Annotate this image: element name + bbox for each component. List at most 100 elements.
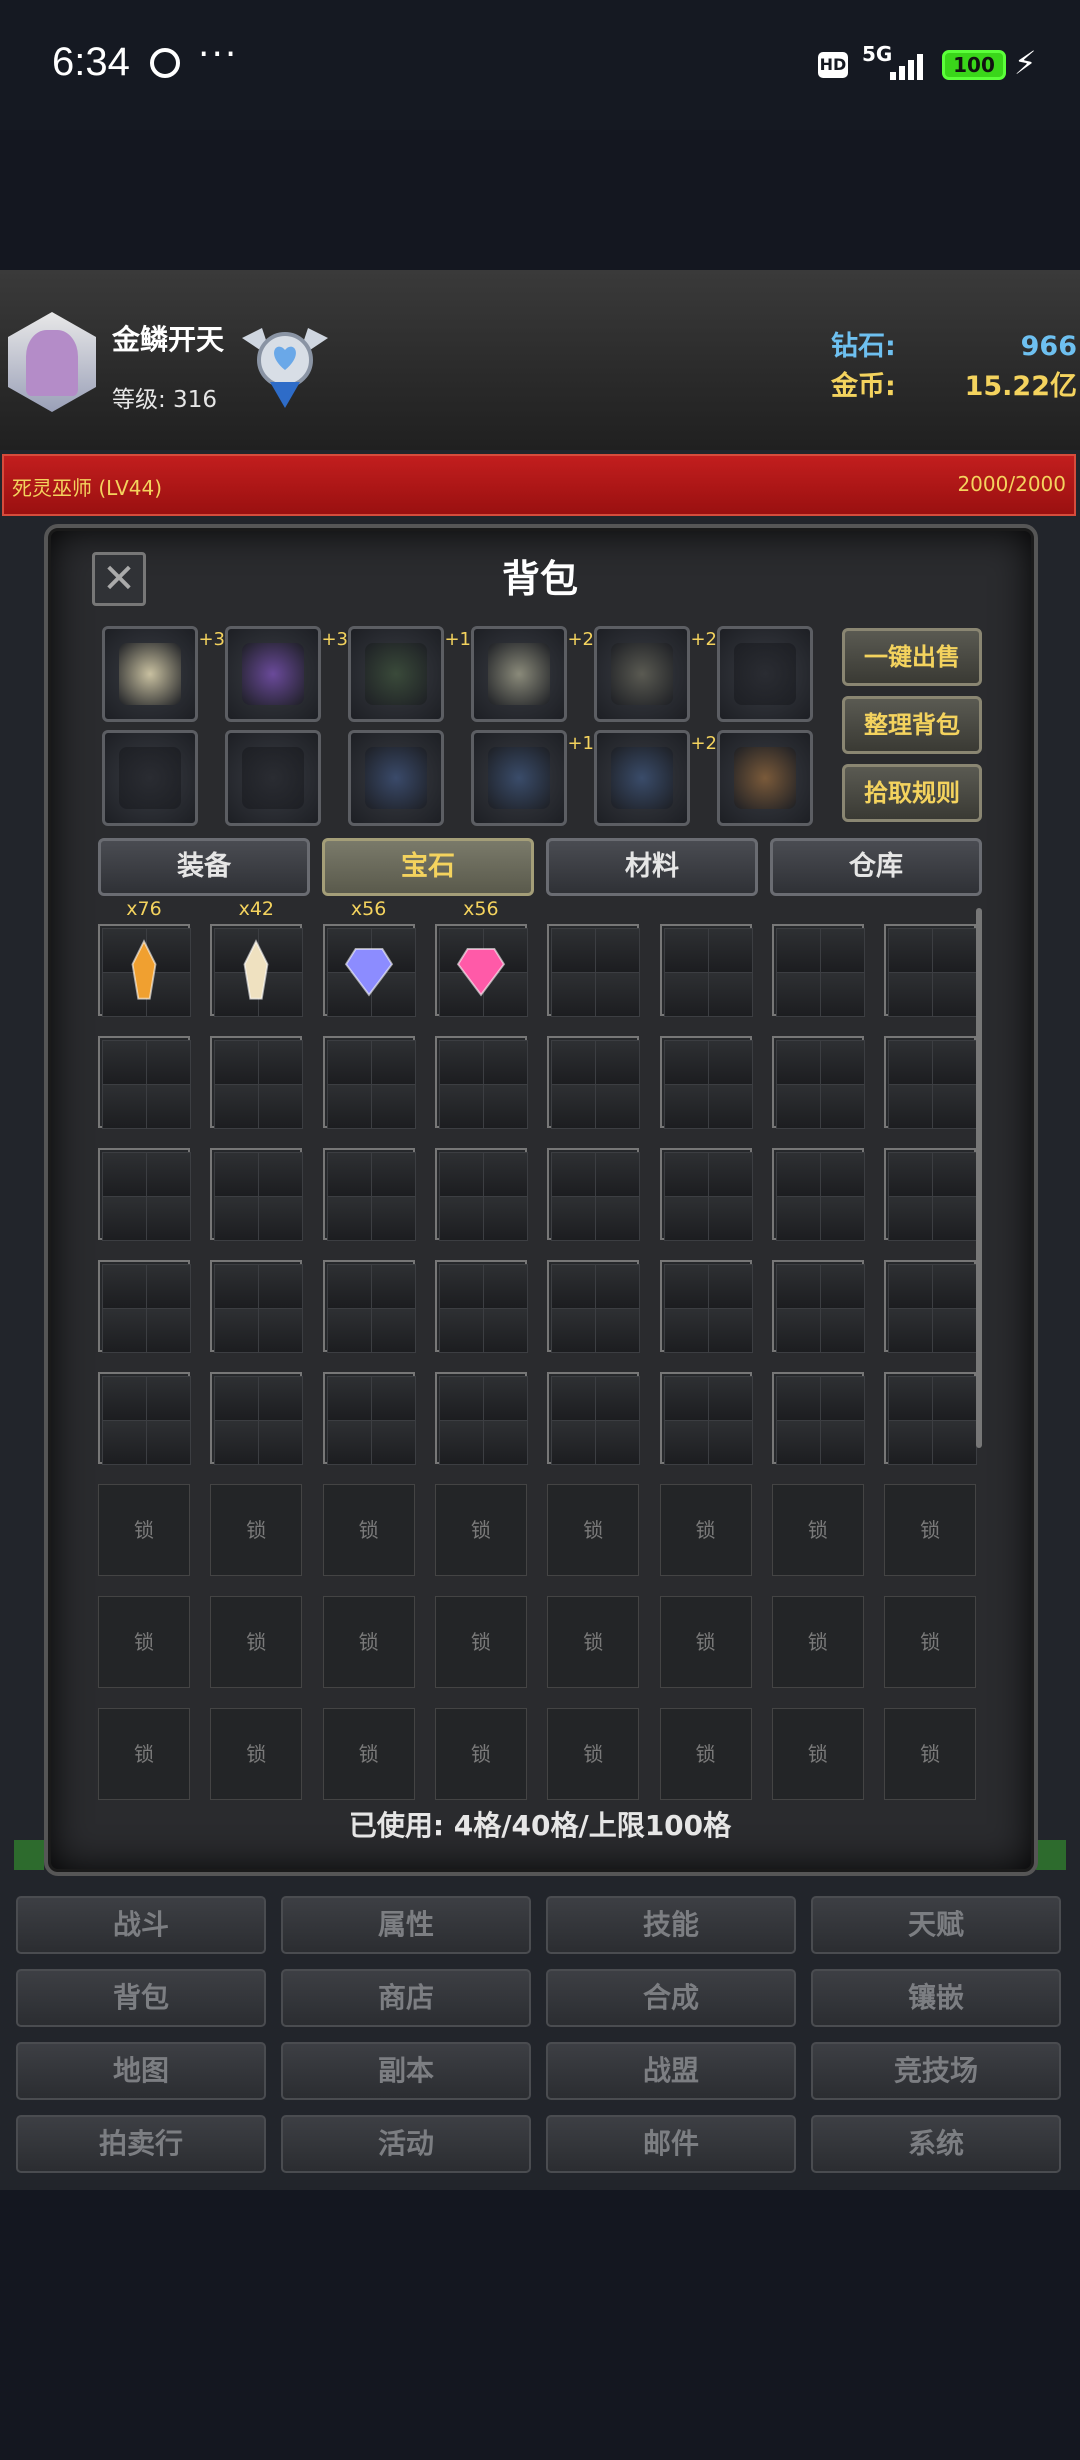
- menu-button[interactable]: 地图: [16, 2042, 266, 2100]
- scrollbar[interactable]: [976, 908, 982, 1448]
- inventory-slot[interactable]: [434, 924, 528, 1017]
- inventory-slot[interactable]: [98, 1148, 191, 1241]
- menu-button[interactable]: 竞技场: [811, 2042, 1061, 2100]
- inventory-slot[interactable]: [659, 1036, 753, 1129]
- tab-3[interactable]: 仓库: [770, 838, 982, 896]
- inventory-slot[interactable]: [434, 1260, 528, 1353]
- inventory-slot[interactable]: [659, 1260, 753, 1353]
- close-button[interactable]: ✕: [92, 552, 146, 606]
- locked-slot[interactable]: 锁: [547, 1708, 640, 1800]
- pickup-rules-button[interactable]: 拾取规则: [842, 764, 982, 822]
- menu-button[interactable]: 背包: [16, 1969, 266, 2027]
- inventory-slot[interactable]: [884, 1036, 978, 1129]
- menu-button[interactable]: 系统: [811, 2115, 1061, 2173]
- menu-button[interactable]: 副本: [281, 2042, 531, 2100]
- inventory-slot[interactable]: [322, 1036, 416, 1129]
- locked-slot[interactable]: 锁: [322, 1484, 415, 1576]
- inventory-slot[interactable]: [210, 1148, 304, 1241]
- inventory-slot[interactable]: [771, 924, 865, 1017]
- inventory-slot[interactable]: [547, 1148, 641, 1241]
- inventory-slot[interactable]: [434, 1036, 528, 1129]
- inventory-slot[interactable]: [98, 1260, 191, 1353]
- locked-slot[interactable]: 锁: [98, 1484, 190, 1576]
- inventory-slot[interactable]: [771, 1260, 865, 1353]
- locked-slot[interactable]: 锁: [322, 1708, 415, 1800]
- inventory-slot[interactable]: [884, 924, 978, 1017]
- locked-slot[interactable]: 锁: [210, 1708, 303, 1800]
- inventory-slot[interactable]: [547, 1372, 641, 1465]
- locked-slot[interactable]: 锁: [210, 1484, 303, 1576]
- menu-button[interactable]: 商店: [281, 1969, 531, 2027]
- locked-slot[interactable]: 锁: [884, 1484, 977, 1576]
- tab-2[interactable]: 材料: [546, 838, 758, 896]
- inventory-slot[interactable]: [210, 1036, 304, 1129]
- inventory-slot[interactable]: [547, 1036, 641, 1129]
- equipment-slot[interactable]: +1: [348, 626, 471, 722]
- inventory-slot[interactable]: [659, 1148, 753, 1241]
- locked-slot[interactable]: 锁: [210, 1596, 303, 1688]
- menu-button[interactable]: 镶嵌: [811, 1969, 1061, 2027]
- locked-slot[interactable]: 锁: [98, 1596, 190, 1688]
- inventory-slot[interactable]: [659, 1372, 753, 1465]
- inventory-slot[interactable]: [98, 1036, 191, 1129]
- equipment-slot[interactable]: [348, 730, 444, 826]
- locked-slot[interactable]: 锁: [547, 1596, 640, 1688]
- inventory-slot[interactable]: [98, 924, 191, 1017]
- inventory-slot[interactable]: [210, 1260, 304, 1353]
- menu-button[interactable]: 邮件: [546, 2115, 796, 2173]
- locked-slot[interactable]: 锁: [98, 1708, 190, 1800]
- locked-slot[interactable]: 锁: [659, 1708, 752, 1800]
- equipment-slot[interactable]: [102, 730, 198, 826]
- menu-button[interactable]: 活动: [281, 2115, 531, 2173]
- locked-slot[interactable]: 锁: [884, 1708, 977, 1800]
- inventory-slot[interactable]: [98, 1372, 191, 1465]
- inventory-slot[interactable]: [322, 1260, 416, 1353]
- menu-button[interactable]: 战斗: [16, 1896, 266, 1954]
- menu-button[interactable]: 天赋: [811, 1896, 1061, 1954]
- locked-slot[interactable]: 锁: [884, 1596, 977, 1688]
- equipment-slot[interactable]: [225, 730, 321, 826]
- inventory-slot[interactable]: [322, 1372, 416, 1465]
- inventory-slot[interactable]: [210, 1372, 304, 1465]
- menu-button[interactable]: 战盟: [546, 2042, 796, 2100]
- inventory-slot[interactable]: [210, 924, 304, 1017]
- inventory-slot[interactable]: [771, 1148, 865, 1241]
- locked-slot[interactable]: 锁: [659, 1596, 752, 1688]
- inventory-slot[interactable]: [547, 924, 641, 1017]
- inventory-slot[interactable]: [659, 924, 753, 1017]
- sort-bag-button[interactable]: 整理背包: [842, 696, 982, 754]
- menu-button[interactable]: 属性: [281, 1896, 531, 1954]
- equipment-slot[interactable]: +3: [102, 626, 225, 722]
- locked-slot[interactable]: 锁: [434, 1484, 527, 1576]
- equipment-slot[interactable]: +2: [594, 626, 717, 722]
- locked-slot[interactable]: 锁: [434, 1596, 527, 1688]
- locked-slot[interactable]: 锁: [771, 1708, 864, 1800]
- locked-slot[interactable]: 锁: [771, 1596, 864, 1688]
- inventory-slot[interactable]: [771, 1036, 865, 1129]
- inventory-slot[interactable]: [884, 1372, 978, 1465]
- sell-all-button[interactable]: 一键出售: [842, 628, 982, 686]
- locked-slot[interactable]: 锁: [659, 1484, 752, 1576]
- locked-slot[interactable]: 锁: [322, 1596, 415, 1688]
- inventory-slot[interactable]: [771, 1372, 865, 1465]
- tab-1[interactable]: 宝石: [322, 838, 534, 896]
- equipment-slot[interactable]: +2: [594, 730, 717, 826]
- menu-button[interactable]: 合成: [546, 1969, 796, 2027]
- equipment-slot[interactable]: +1: [471, 730, 594, 826]
- menu-button[interactable]: 技能: [546, 1896, 796, 1954]
- menu-button[interactable]: 拍卖行: [16, 2115, 266, 2173]
- locked-slot[interactable]: 锁: [434, 1708, 527, 1800]
- locked-slot[interactable]: 锁: [547, 1484, 640, 1576]
- inventory-slot[interactable]: [434, 1148, 528, 1241]
- equipment-slot[interactable]: +3: [225, 626, 348, 722]
- equipment-slot[interactable]: [717, 730, 813, 826]
- equipment-slot[interactable]: [717, 626, 813, 722]
- tab-0[interactable]: 装备: [98, 838, 310, 896]
- inventory-slot[interactable]: [884, 1260, 978, 1353]
- locked-slot[interactable]: 锁: [771, 1484, 864, 1576]
- inventory-slot[interactable]: [434, 1372, 528, 1465]
- equipment-slot[interactable]: +2: [471, 626, 594, 722]
- inventory-slot[interactable]: [322, 1148, 416, 1241]
- inventory-slot[interactable]: [884, 1148, 978, 1241]
- inventory-slot[interactable]: [547, 1260, 641, 1353]
